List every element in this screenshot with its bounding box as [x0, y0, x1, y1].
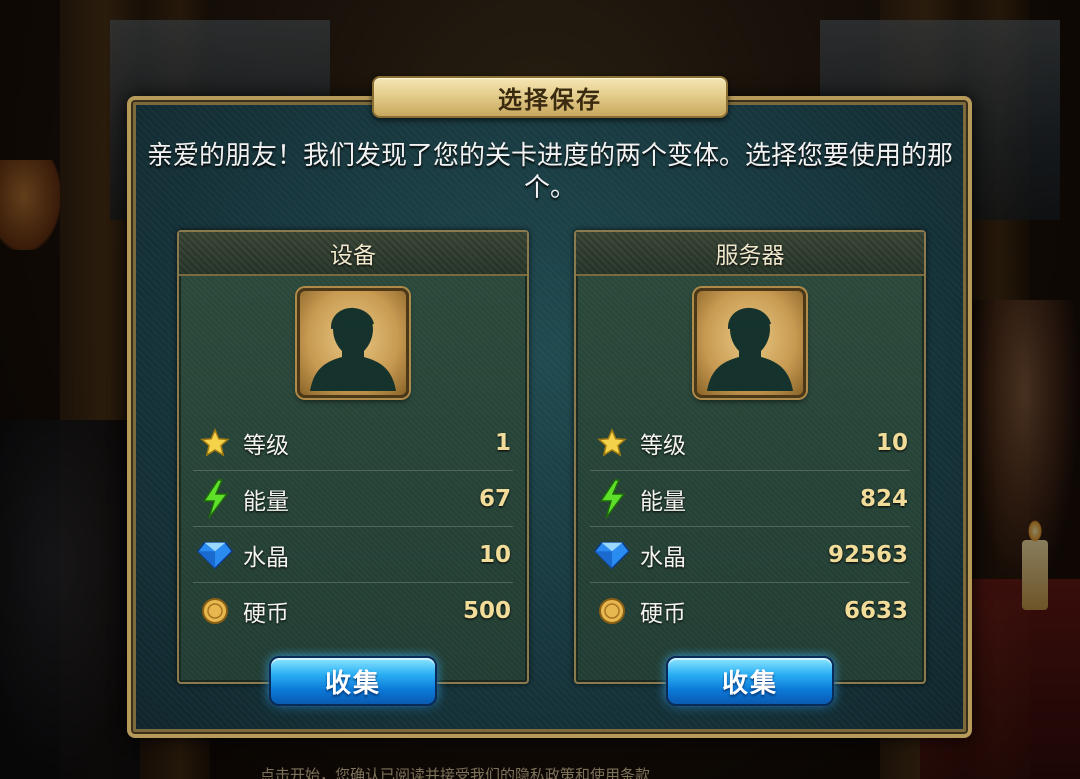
collect-button-label: 收集: [721, 668, 778, 699]
dialog-title: 选择保存: [498, 85, 602, 114]
stat-value: 1: [494, 430, 511, 456]
stat-value: 10: [875, 430, 908, 456]
dialog-message: 亲爱的朋友！我们发现了您的关卡进度的两个变体。选择您要使用的那个。: [146, 141, 953, 203]
stat-value: 10: [478, 542, 511, 568]
coin-icon: [197, 593, 233, 629]
device-panel[interactable]: 设备 等级 1 能量 67 水晶 10 硬币 500: [177, 230, 529, 684]
lightning-icon: [197, 479, 233, 519]
stat-row-crystal: 水晶 10: [193, 528, 513, 583]
coin-icon: [594, 593, 630, 629]
stat-value: 6633: [843, 598, 908, 624]
avatar: [297, 288, 409, 398]
dialog-title-plate: 选择保存: [372, 76, 728, 118]
stat-value: 92563: [827, 542, 908, 568]
stat-row-level: 等级 1: [193, 416, 513, 471]
stat-label: 硬币: [243, 601, 289, 627]
crystal-icon: [594, 537, 630, 573]
avatar: [694, 288, 806, 398]
stat-label: 硬币: [640, 601, 686, 627]
star-icon: [197, 425, 233, 461]
stat-label: 水晶: [243, 545, 289, 571]
stat-row-energy: 能量 824: [590, 472, 910, 527]
star-icon: [594, 425, 630, 461]
stat-label: 水晶: [640, 545, 686, 571]
stat-label: 能量: [640, 489, 686, 515]
panel-title: 服务器: [715, 243, 785, 269]
stat-label: 能量: [243, 489, 289, 515]
avatar-silhouette-icon: [310, 307, 396, 391]
stat-label: 等级: [640, 433, 686, 459]
server-panel[interactable]: 服务器 等级 10 能量 824 水晶 92563 硬币 6633: [574, 230, 926, 684]
crystal-icon: [197, 537, 233, 573]
panel-header: 服务器: [576, 232, 924, 276]
stat-value: 67: [478, 486, 511, 512]
avatar-silhouette-icon: [707, 307, 793, 391]
stat-value: 824: [859, 486, 908, 512]
stat-row-coins: 硬币 6633: [590, 584, 910, 638]
stat-label: 等级: [243, 433, 289, 459]
stat-row-coins: 硬币 500: [193, 584, 513, 638]
stat-row-energy: 能量 67: [193, 472, 513, 527]
collect-server-button[interactable]: 收集: [666, 656, 834, 706]
stat-row-crystal: 水晶 92563: [590, 528, 910, 583]
collect-button-label: 收集: [324, 668, 381, 699]
footer-text[interactable]: 点击开始，您确认已阅读并接受我们的隐私政策和使用条款: [260, 764, 650, 779]
stat-value: 500: [462, 598, 511, 624]
panel-title: 设备: [330, 243, 376, 269]
collect-device-button[interactable]: 收集: [269, 656, 437, 706]
panel-header: 设备: [179, 232, 527, 276]
stat-row-level: 等级 10: [590, 416, 910, 471]
lightning-icon: [594, 479, 630, 519]
